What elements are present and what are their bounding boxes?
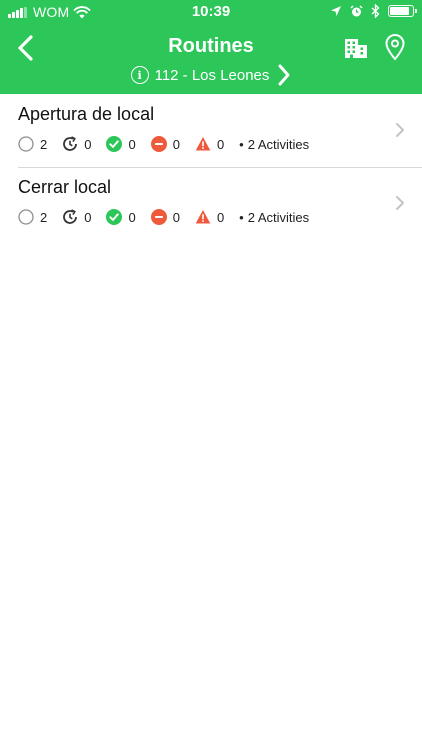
status-bar: WOM 10:39: [0, 0, 422, 24]
chevron-right-icon[interactable]: [277, 64, 291, 86]
clock-refresh-icon: [63, 136, 78, 151]
pending-count: 2: [40, 136, 48, 152]
activities-count: 2 Activities: [247, 136, 310, 152]
empty-circle-icon: [18, 136, 34, 152]
blocked-stat: 0: [150, 136, 180, 152]
chevron-right-icon[interactable]: [395, 195, 405, 211]
warning-count: 0: [216, 136, 225, 152]
in-progress-stat: 0: [62, 209, 91, 225]
activities-count: 2 Activities: [247, 209, 310, 225]
routine-name: Cerrar local: [18, 177, 112, 197]
blocked-stat: 0: [150, 209, 180, 225]
chevron-right-icon[interactable]: [395, 122, 405, 138]
pending-stat: 2: [18, 136, 47, 152]
separator-dot: •: [239, 136, 244, 152]
minus-circle-icon: [150, 209, 167, 225]
warning-count: 0: [216, 209, 225, 225]
battery-fill: [390, 7, 409, 15]
blocked-count: 0: [172, 136, 180, 152]
bluetooth-icon: [371, 4, 380, 18]
done-count: 0: [128, 209, 136, 225]
blocked-count: 0: [172, 209, 180, 225]
location-selector[interactable]: i 112 - Los Leones: [0, 62, 422, 88]
location-name: 112 - Los Leones: [154, 66, 270, 84]
warning-triangle-icon: [195, 137, 211, 151]
clock-refresh-icon: [63, 209, 78, 224]
separator-dot: •: [239, 209, 244, 225]
building-icon[interactable]: [343, 36, 369, 60]
routine-name: Apertura de local: [18, 104, 155, 124]
map-pin-icon[interactable]: [383, 33, 407, 61]
minus-circle-icon: [150, 136, 167, 152]
routine-stats: 2 0 0 0 0 • 2 Activities: [18, 209, 309, 225]
in-progress-stat: 0: [62, 136, 91, 152]
info-icon[interactable]: i: [130, 66, 149, 84]
in-progress-count: 0: [84, 209, 92, 225]
pending-count: 2: [40, 209, 48, 225]
warning-stat: 0: [195, 209, 224, 225]
done-stat: 0: [106, 136, 136, 152]
routine-stats: 2 0 0 0 0 • 2 Activities: [18, 136, 309, 152]
check-circle-icon: [106, 136, 123, 152]
in-progress-count: 0: [84, 136, 92, 152]
routine-row[interactable]: Apertura de local 2 0 0 0 0 • 2 Activiti…: [0, 94, 422, 167]
done-count: 0: [128, 136, 136, 152]
routine-row[interactable]: Cerrar local 2 0 0 0 0 • 2 Activities: [0, 167, 422, 240]
done-stat: 0: [106, 209, 136, 225]
routine-list: Apertura de local 2 0 0 0 0 • 2 Activiti…: [0, 94, 422, 240]
location-arrow-icon: [331, 6, 341, 16]
nav-header: WOM 10:39 Routines i 112 - Los Leones: [0, 0, 422, 94]
alarm-icon: [350, 4, 363, 16]
status-right: [330, 4, 417, 18]
pending-stat: 2: [18, 209, 47, 225]
warning-stat: 0: [195, 136, 224, 152]
empty-circle-icon: [18, 209, 34, 225]
battery-icon: [388, 5, 417, 17]
warning-triangle-icon: [195, 210, 211, 224]
check-circle-icon: [106, 209, 123, 225]
